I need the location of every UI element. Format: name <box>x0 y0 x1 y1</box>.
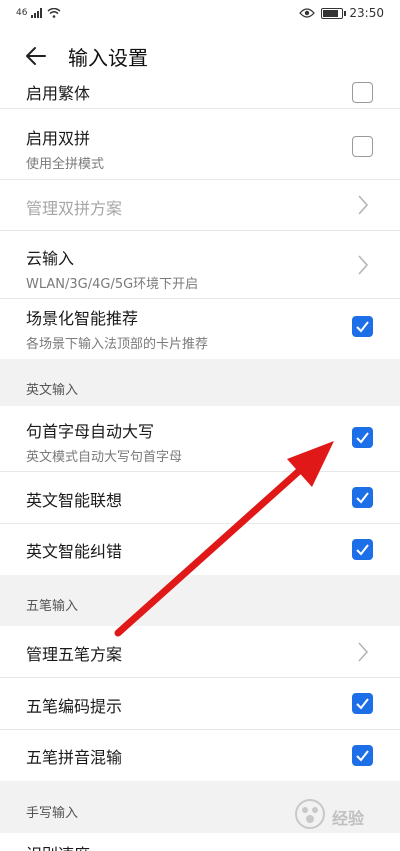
setting-row-traditional[interactable]: 启用繁体 <box>0 74 400 109</box>
section-header-english: 英文输入 <box>0 359 400 406</box>
setting-row-cloud-input[interactable]: 云输入 WLAN/3G/4G/5G环境下开启 <box>0 231 400 299</box>
signal-icon <box>31 8 43 18</box>
setting-row-double-pinyin[interactable]: 启用双拼 使用全拼模式 <box>0 109 400 180</box>
checkmark-icon <box>356 492 369 504</box>
setting-title: 英文智能联想 <box>26 491 123 510</box>
chevron-right-icon <box>358 195 369 215</box>
setting-title: 云输入 <box>26 249 75 268</box>
setting-subtitle: 英文模式自动大写句首字母 <box>26 450 183 465</box>
traditional-checkbox[interactable] <box>352 82 373 103</box>
checkmark-icon <box>356 698 369 710</box>
setting-title: 句首字母自动大写 <box>26 422 155 441</box>
setting-title: 识别速度 <box>26 841 374 851</box>
setting-row-auto-capitalize[interactable]: 句首字母自动大写 英文模式自动大写句首字母 <box>0 406 400 472</box>
setting-row-manage-double-pinyin[interactable]: 管理双拼方案 <box>0 180 400 231</box>
setting-subtitle: WLAN/3G/4G/5G环境下开启 <box>26 277 199 292</box>
setting-row-scene-recommend[interactable]: 场景化智能推荐 各场景下输入法顶部的卡片推荐 <box>0 299 400 359</box>
back-button[interactable] <box>20 40 52 72</box>
page-title: 输入设置 <box>68 46 148 70</box>
setting-title: 启用双拼 <box>26 129 91 148</box>
checkmark-icon <box>356 750 369 762</box>
setting-subtitle: 各场景下输入法顶部的卡片推荐 <box>26 337 209 352</box>
setting-row-manage-wubi[interactable]: 管理五笔方案 <box>0 626 400 678</box>
checkmark-icon <box>356 544 369 556</box>
watermark-logo: 经验 <box>292 796 382 836</box>
setting-title: 管理双拼方案 <box>26 199 123 218</box>
setting-row-smart-correction[interactable]: 英文智能纠错 <box>0 524 400 575</box>
setting-title: 启用繁体 <box>26 84 91 103</box>
status-bar: 46 23:50 <box>0 0 400 30</box>
wubi-pinyin-mix-checkbox[interactable] <box>352 745 373 766</box>
settings-list: 启用繁体 启用双拼 使用全拼模式 管理双拼方案 云输入 WLAN/3G/4G/5… <box>0 74 400 851</box>
chevron-right-icon <box>358 642 369 662</box>
scene-recommend-checkbox[interactable] <box>352 316 373 337</box>
smart-association-checkbox[interactable] <box>352 487 373 508</box>
wifi-icon <box>47 8 61 18</box>
watermark-text: 经验 <box>332 809 365 828</box>
back-arrow-icon <box>26 47 46 65</box>
status-time: 23:50 <box>349 6 384 20</box>
setting-title: 场景化智能推荐 <box>26 309 139 328</box>
eye-icon <box>299 8 316 18</box>
smart-correction-checkbox[interactable] <box>352 539 373 560</box>
section-header-wubi: 五笔输入 <box>0 575 400 626</box>
wubi-code-hint-checkbox[interactable] <box>352 693 373 714</box>
setting-row-wubi-pinyin-mix[interactable]: 五笔拼音混输 <box>0 730 400 781</box>
setting-subtitle: 使用全拼模式 <box>26 157 105 172</box>
checkmark-icon <box>356 321 369 333</box>
battery-icon <box>321 7 347 19</box>
double-pinyin-checkbox[interactable] <box>352 136 373 157</box>
setting-title: 管理五笔方案 <box>26 645 123 664</box>
setting-title: 五笔拼音混输 <box>26 748 123 767</box>
auto-capitalize-checkbox[interactable] <box>352 427 373 448</box>
setting-row-wubi-code-hint[interactable]: 五笔编码提示 <box>0 678 400 730</box>
setting-title: 英文智能纠错 <box>26 542 123 561</box>
setting-title: 五笔编码提示 <box>26 697 123 716</box>
chevron-right-icon <box>358 255 369 275</box>
checkmark-icon <box>356 432 369 444</box>
setting-row-smart-association[interactable]: 英文智能联想 <box>0 472 400 524</box>
network-type-label: 46 <box>16 8 28 18</box>
